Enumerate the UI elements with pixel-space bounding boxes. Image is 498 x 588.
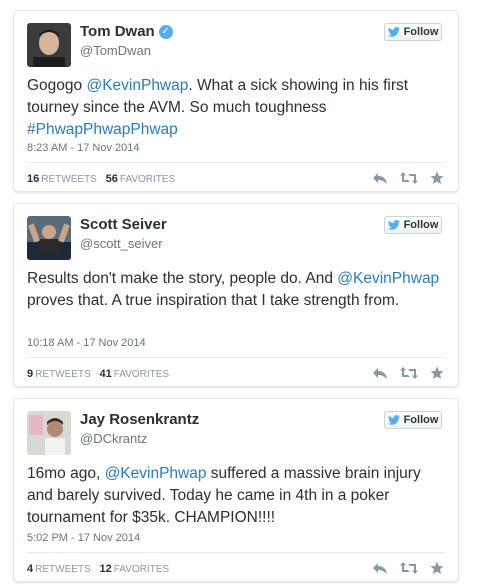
user-handle[interactable]: @DCkrantz bbox=[80, 431, 147, 446]
tweet-text-part: Results don't make the story, people do.… bbox=[27, 270, 338, 287]
follow-button[interactable]: Follow bbox=[384, 23, 442, 41]
favorites-label[interactable]: FAVORITES bbox=[114, 369, 169, 380]
retweets-label[interactable]: RETWEETS bbox=[41, 174, 97, 185]
divider bbox=[27, 162, 445, 163]
follow-button[interactable]: Follow bbox=[384, 411, 442, 429]
tweet-text: Gogogo @KevinPhwap. What a sick showing … bbox=[27, 75, 446, 141]
retweet-count[interactable]: 9 bbox=[27, 368, 33, 380]
reply-icon[interactable] bbox=[372, 366, 388, 380]
mention-link[interactable]: @KevinPhwap bbox=[86, 77, 188, 94]
user-handle[interactable]: @TomDwan bbox=[80, 43, 151, 58]
avatar[interactable] bbox=[27, 216, 71, 260]
divider bbox=[27, 552, 445, 553]
display-name[interactable]: Jay Rosenkrantz bbox=[80, 411, 199, 428]
follow-label: Follow bbox=[403, 414, 439, 426]
tweet-timestamp[interactable]: 5:02 PM - 17 Nov 2014 bbox=[27, 532, 140, 544]
verified-badge-icon: ✓ bbox=[158, 25, 173, 40]
twitter-bird-icon bbox=[387, 27, 400, 37]
retweets-label[interactable]: RETWEETS bbox=[35, 369, 91, 380]
follow-label: Follow bbox=[403, 219, 439, 231]
tweet-text-part: proves that. A true inspiration that I t… bbox=[27, 292, 400, 309]
retweet-icon[interactable] bbox=[400, 171, 418, 185]
avatar[interactable] bbox=[27, 411, 71, 455]
retweets-label[interactable]: RETWEETS bbox=[35, 564, 91, 575]
favorites-label[interactable]: FAVORITES bbox=[114, 564, 169, 575]
avatar[interactable] bbox=[27, 23, 71, 67]
divider bbox=[27, 357, 445, 358]
tweet-timestamp[interactable]: 10:18 AM - 17 Nov 2014 bbox=[27, 337, 146, 349]
tweet-actions bbox=[372, 366, 444, 380]
tweet-stats: 4 RETWEETS 12 FAVORITES bbox=[27, 563, 169, 575]
tweet-card-tomdwan: Tom Dwan ✓ @TomDwan Follow Gogogo @KevinP… bbox=[13, 10, 459, 192]
favorite-count[interactable]: 12 bbox=[99, 563, 111, 575]
star-icon[interactable] bbox=[430, 561, 444, 575]
tweet-actions bbox=[372, 561, 444, 575]
favorite-count[interactable]: 41 bbox=[99, 368, 111, 380]
display-name[interactable]: Scott Seiver bbox=[80, 216, 167, 233]
user-handle[interactable]: @scott_seiver bbox=[80, 236, 163, 251]
tweet-card-dckrantz: Jay Rosenkrantz @DCkrantz Follow 16mo ag… bbox=[13, 398, 459, 582]
twitter-bird-icon bbox=[387, 415, 400, 425]
retweet-count[interactable]: 4 bbox=[27, 563, 33, 575]
mention-link[interactable]: @KevinPhwap bbox=[105, 465, 207, 482]
reply-icon[interactable] bbox=[372, 561, 388, 575]
tweet-text-part: 16mo ago, bbox=[27, 465, 105, 482]
reply-icon[interactable] bbox=[372, 171, 388, 185]
follow-button[interactable]: Follow bbox=[384, 216, 442, 234]
tweet-text: 16mo ago, @KevinPhwap suffered a massive… bbox=[27, 463, 446, 529]
tweet-stats: 16 RETWEETS 56 FAVORITES bbox=[27, 173, 175, 185]
star-icon[interactable] bbox=[430, 171, 444, 185]
display-name[interactable]: Tom Dwan ✓ bbox=[80, 23, 173, 40]
retweet-icon[interactable] bbox=[400, 561, 418, 575]
favorite-count[interactable]: 56 bbox=[106, 173, 118, 185]
tweet-timestamp[interactable]: 8:23 AM - 17 Nov 2014 bbox=[27, 142, 140, 154]
retweet-icon[interactable] bbox=[400, 366, 418, 380]
tweet-stats: 9 RETWEETS 41 FAVORITES bbox=[27, 368, 169, 380]
mention-link[interactable]: @KevinPhwap bbox=[337, 270, 439, 287]
hashtag-link[interactable]: #PhwapPhwapPhwap bbox=[27, 121, 178, 138]
twitter-bird-icon bbox=[387, 220, 400, 230]
tweet-text-part: Gogogo bbox=[27, 77, 87, 94]
star-icon[interactable] bbox=[430, 366, 444, 380]
tweet-actions bbox=[372, 171, 444, 185]
retweet-count[interactable]: 16 bbox=[27, 173, 39, 185]
tweet-card-scottseiver: Scott Seiver @scott_seiver Follow Result… bbox=[13, 203, 459, 387]
tweet-text: Results don't make the story, people do.… bbox=[27, 268, 446, 312]
favorites-label[interactable]: FAVORITES bbox=[120, 174, 175, 185]
follow-label: Follow bbox=[403, 26, 439, 38]
display-name-text[interactable]: Tom Dwan bbox=[80, 23, 155, 40]
